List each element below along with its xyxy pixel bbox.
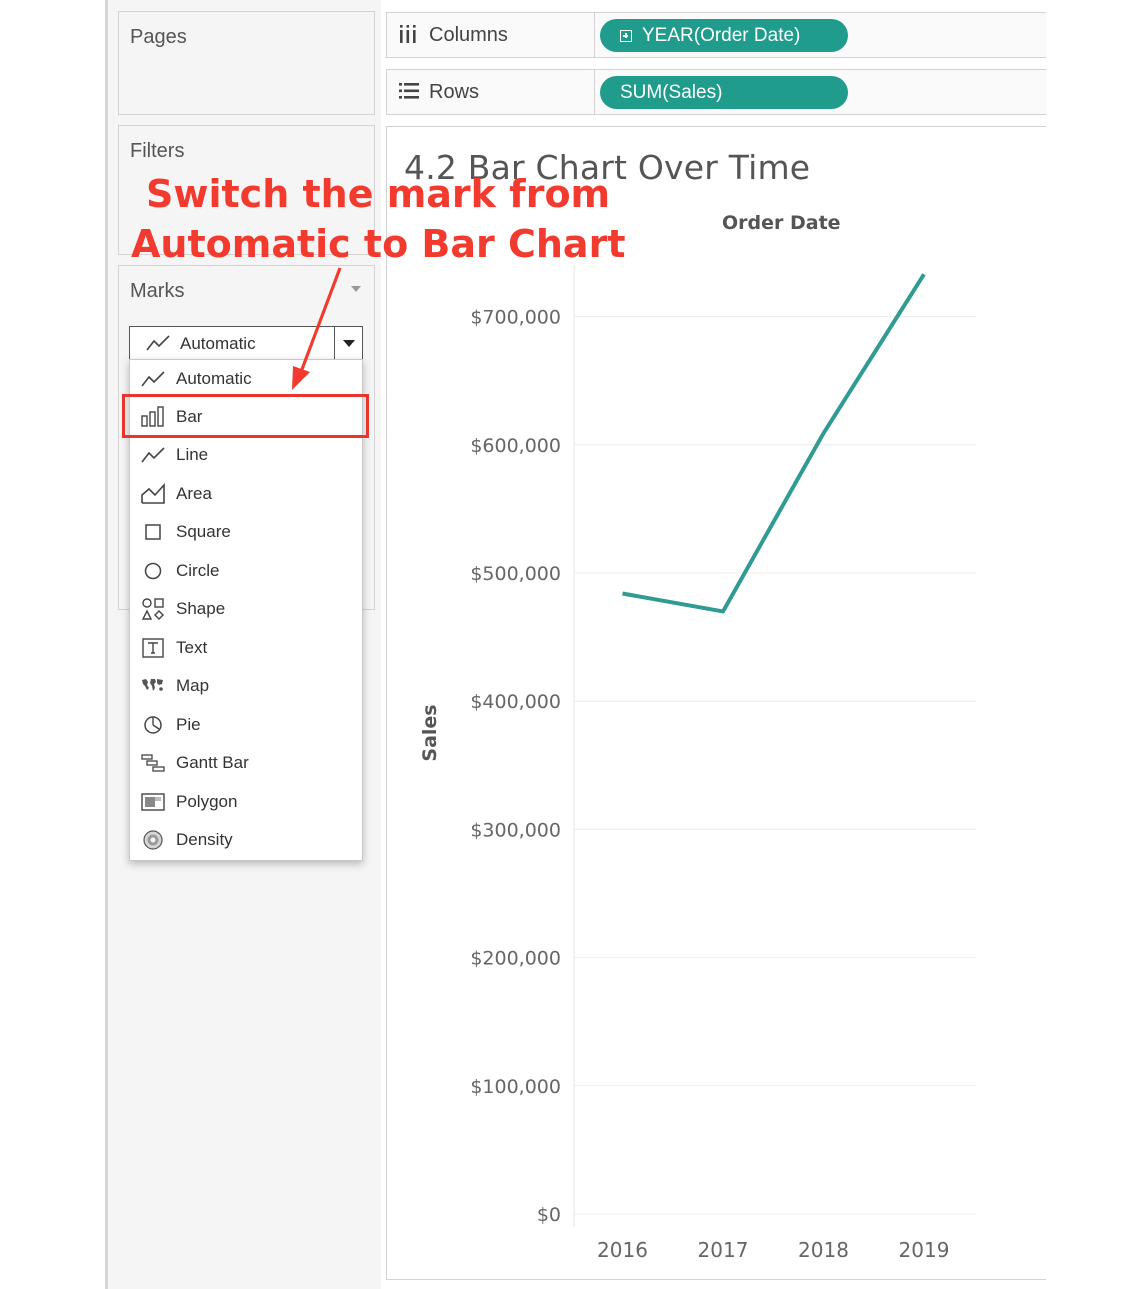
rows-label: Rows <box>429 81 480 103</box>
x-tick-label: 2017 <box>698 1238 749 1262</box>
line-icon <box>141 447 165 463</box>
y-tick-label: $600,000 <box>470 435 561 457</box>
mark-option-label: Square <box>176 522 231 541</box>
sales-chart: $0 $100,000 $200,000 $300,000 $400,000 $500,0… <box>419 265 976 1262</box>
gantt-bar-icon <box>141 754 165 772</box>
mark-option-circle[interactable]: Circle <box>130 552 362 590</box>
column-header: Order Date <box>722 212 841 234</box>
mark-option-square[interactable]: Square <box>130 513 362 551</box>
mark-type-selected: Automatic <box>180 334 256 353</box>
text-icon <box>142 638 164 658</box>
mark-option-map[interactable]: Map <box>130 667 362 705</box>
mark-option-density[interactable]: Density <box>130 821 362 859</box>
automatic-line-icon <box>146 335 170 351</box>
filters-title: Filters <box>130 140 185 162</box>
shelf-divider <box>594 13 595 57</box>
mark-option-label: Text <box>176 638 208 657</box>
mark-option-label: Shape <box>176 599 226 618</box>
mark-option-shape[interactable]: Shape <box>130 590 362 628</box>
circle-icon <box>144 562 162 580</box>
annotation-arrow <box>292 267 342 390</box>
polygon-icon <box>141 793 165 811</box>
y-axis-title: Sales <box>419 704 441 761</box>
bar-option-highlight <box>122 394 369 438</box>
marks-title: Marks <box>130 280 185 302</box>
x-tick-label: 2018 <box>798 1238 849 1262</box>
pie-icon <box>144 716 162 734</box>
mark-option-label: Pie <box>176 715 201 734</box>
mark-option-label: Polygon <box>176 792 238 811</box>
mark-option-label: Automatic <box>176 369 252 388</box>
columns-icon <box>400 25 416 43</box>
annotation-line-2: Automatic to Bar Chart <box>131 222 626 266</box>
pages-card: Pages <box>118 11 375 115</box>
annotation-line-1: Switch the mark from <box>146 172 611 216</box>
columns-label: Columns <box>429 24 508 46</box>
sales-line[interactable] <box>622 273 926 614</box>
rows-shelf[interactable]: Rows SUM(Sales) <box>386 69 1046 115</box>
sum-sales-pill[interactable]: SUM(Sales) <box>600 76 848 109</box>
y-tick-label: $300,000 <box>470 819 561 841</box>
mark-option-text[interactable]: Text <box>130 629 362 667</box>
pill-label: YEAR(Order Date) <box>642 25 801 46</box>
mark-option-label: Area <box>176 484 212 503</box>
square-icon <box>145 524 161 540</box>
y-tick-label: $500,000 <box>470 563 561 585</box>
mark-option-pie[interactable]: Pie <box>130 706 362 744</box>
mark-option-area[interactable]: Area <box>130 475 362 513</box>
map-icon <box>142 679 163 691</box>
pages-title: Pages <box>130 26 187 48</box>
y-tick-label: $100,000 <box>470 1076 561 1098</box>
mark-option-polygon[interactable]: Polygon <box>130 783 362 821</box>
density-icon <box>143 830 163 850</box>
y-tick-label: $700,000 <box>470 307 561 329</box>
x-tick-label: 2019 <box>899 1238 950 1262</box>
mark-option-gantt-bar[interactable]: Gantt Bar <box>130 744 362 782</box>
mark-option-label: Gantt Bar <box>176 753 249 772</box>
shelf-divider <box>594 70 595 114</box>
rows-icon <box>399 83 419 99</box>
year-order-date-pill[interactable]: YEAR(Order Date) <box>600 19 848 52</box>
y-tick-label: $200,000 <box>470 948 561 970</box>
mark-option-label: Circle <box>176 561 220 580</box>
y-tick-label: $0 <box>537 1204 561 1226</box>
mark-option-label: Map <box>176 676 210 695</box>
shape-icon <box>141 598 164 620</box>
columns-shelf[interactable]: Columns YEAR(Order Date) <box>386 12 1046 58</box>
automatic-line-icon <box>141 371 165 387</box>
mark-option-label: Line <box>176 445 209 464</box>
mark-option-label: Density <box>176 830 233 849</box>
x-tick-label: 2016 <box>597 1238 648 1262</box>
pill-label: SUM(Sales) <box>620 82 723 103</box>
expand-plus-icon[interactable] <box>620 30 632 42</box>
area-icon <box>141 483 165 504</box>
y-tick-label: $400,000 <box>470 691 561 713</box>
mark-option-line[interactable]: Line <box>130 436 362 474</box>
